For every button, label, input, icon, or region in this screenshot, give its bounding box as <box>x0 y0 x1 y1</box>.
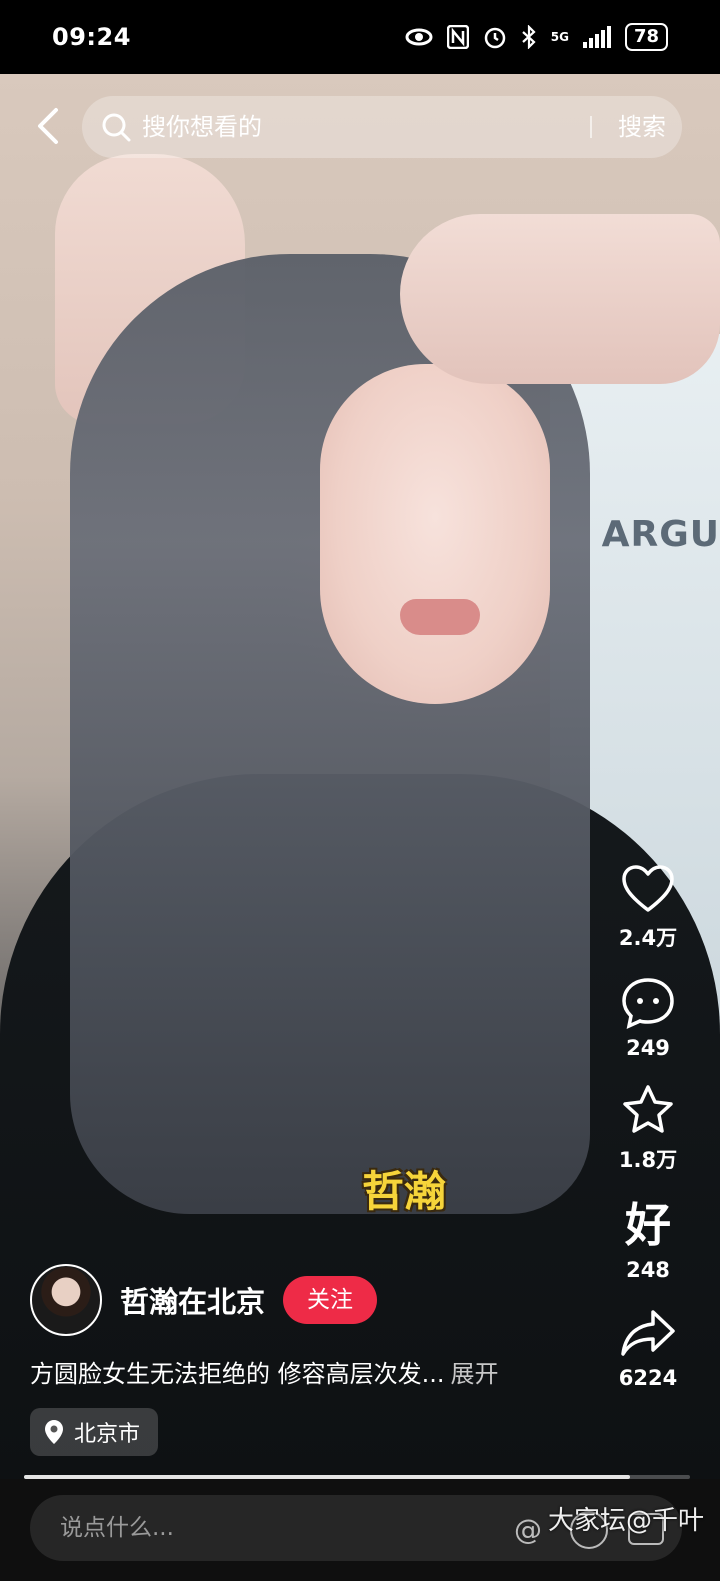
eye-icon <box>405 28 433 46</box>
back-arrow-icon <box>38 108 58 144</box>
battery-indicator: 78 <box>624 23 668 51</box>
comment-icon <box>622 978 674 1030</box>
good-icon: 好 <box>625 1198 671 1252</box>
comment-count: 249 <box>626 1036 670 1060</box>
search-divider <box>590 116 592 138</box>
location-label: 北京市 <box>74 1422 141 1447</box>
watermark: 大家坛@千叶 <box>547 1506 704 1536</box>
face <box>320 364 550 704</box>
at-mention-icon[interactable]: @ <box>514 1513 542 1546</box>
location-tag[interactable]: 北京市 <box>30 1408 159 1456</box>
star-icon <box>623 1085 673 1133</box>
search-button[interactable]: 搜索 <box>602 96 682 158</box>
shirt-print: ARGU <box>601 514 720 555</box>
heart-icon <box>622 865 674 912</box>
comment-placeholder: 说点什么... <box>60 1515 174 1541</box>
avatar[interactable] <box>30 1264 102 1336</box>
follow-button[interactable]: 关注 <box>283 1276 378 1324</box>
lips <box>400 599 480 635</box>
search-bar[interactable]: 搜你想看的 搜索 <box>82 96 682 158</box>
comment-button[interactable]: 249 <box>598 974 698 1060</box>
post-description[interactable]: 方圆脸女生无法拒绝的 修容高层次发... 展开 <box>30 1354 499 1389</box>
share-button[interactable]: 6224 <box>598 1304 698 1390</box>
author-row: 哲瀚在北京 关注 <box>30 1264 378 1336</box>
collect-count: 1.8万 <box>618 1148 678 1172</box>
share-icon <box>621 1310 675 1356</box>
status-bar: 09:24 5G 78 <box>0 0 720 74</box>
author-name[interactable]: 哲瀚在北京 <box>120 1279 265 1321</box>
search-input[interactable]: 搜你想看的 <box>142 96 262 158</box>
good-button[interactable]: 好 248 <box>598 1196 698 1282</box>
nfc-icon <box>446 25 469 49</box>
collect-button[interactable]: 1.8万 <box>598 1082 698 1174</box>
hand-right <box>400 214 720 384</box>
bluetooth-icon <box>521 25 536 49</box>
alarm-icon <box>484 27 505 49</box>
top-bar: 搜你想看的 搜索 <box>0 94 720 160</box>
location-pin-icon <box>45 1420 63 1444</box>
status-time: 09:24 <box>52 23 131 51</box>
signal-icon <box>582 26 611 48</box>
description-text: 方圆脸女生无法拒绝的 修容高层次发... <box>30 1360 445 1388</box>
video-caption: 哲瀚 <box>362 1167 447 1216</box>
back-button[interactable] <box>26 104 70 148</box>
like-count: 2.4万 <box>618 926 678 950</box>
like-button[interactable]: 2.4万 <box>598 860 698 952</box>
expand-link[interactable]: 展开 <box>451 1360 499 1388</box>
status-icons: 5G 78 <box>405 23 668 51</box>
good-count: 248 <box>626 1258 670 1282</box>
share-count: 6224 <box>618 1366 678 1390</box>
search-icon <box>102 113 131 142</box>
network-type: 5G <box>550 30 569 44</box>
side-actions: 2.4万 249 1.8万 好 248 6224 <box>598 860 698 1412</box>
